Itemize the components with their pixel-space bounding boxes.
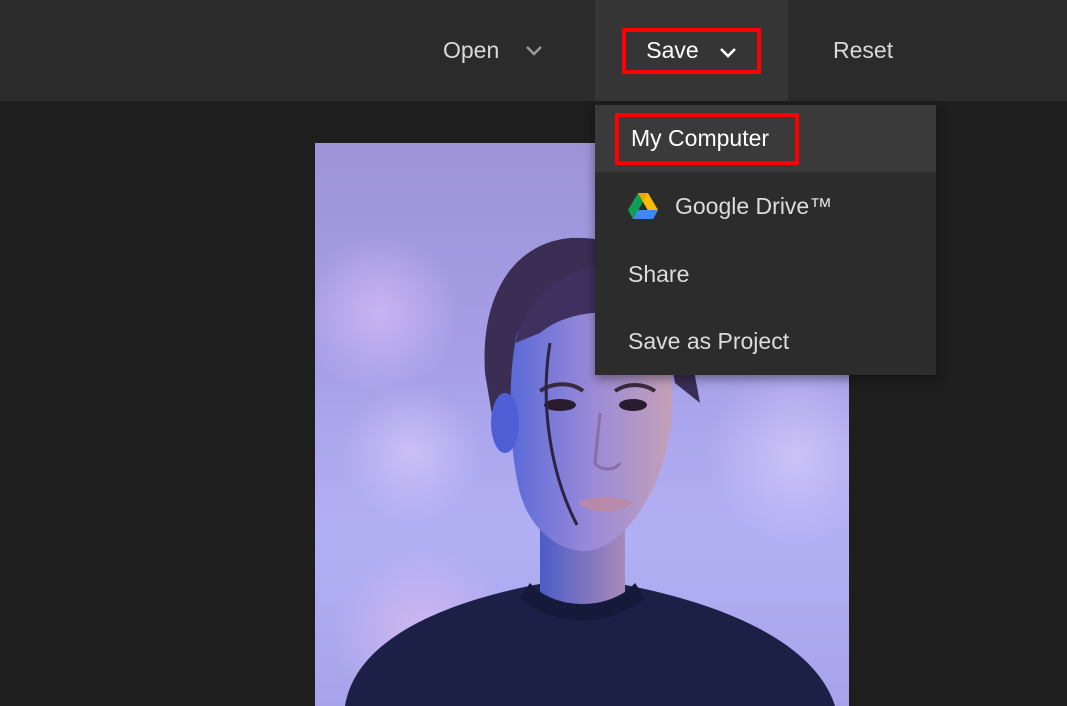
chevron-down-icon [719,47,737,59]
reset-label: Reset [833,37,894,63]
open-label: Open [443,37,500,63]
save-highlight-box: Save [622,27,761,74]
top-toolbar: Open Save Reset [0,0,1067,101]
menu-item-save-as-project[interactable]: Save as Project [595,307,936,375]
menu-item-label: Save as Project [628,327,790,354]
menu-item-label: Share [628,260,690,287]
reset-button[interactable]: Reset [833,0,933,101]
save-menu-button[interactable]: Save [595,0,788,101]
menu-item-label: My Computer [631,125,770,151]
google-drive-icon [628,193,658,219]
open-menu-button[interactable]: Open [443,0,573,101]
my-computer-highlight-box: My Computer [615,112,800,165]
menu-item-google-drive[interactable]: Google Drive™ [595,172,936,240]
save-label: Save [646,37,699,63]
save-dropdown-menu: My Computer Google Drive™ Share Save as … [595,105,936,375]
menu-item-share[interactable]: Share [595,240,936,308]
menu-item-my-computer[interactable]: My Computer [595,105,936,172]
menu-item-label: Google Drive™ [675,192,833,219]
chevron-down-icon [525,45,543,57]
